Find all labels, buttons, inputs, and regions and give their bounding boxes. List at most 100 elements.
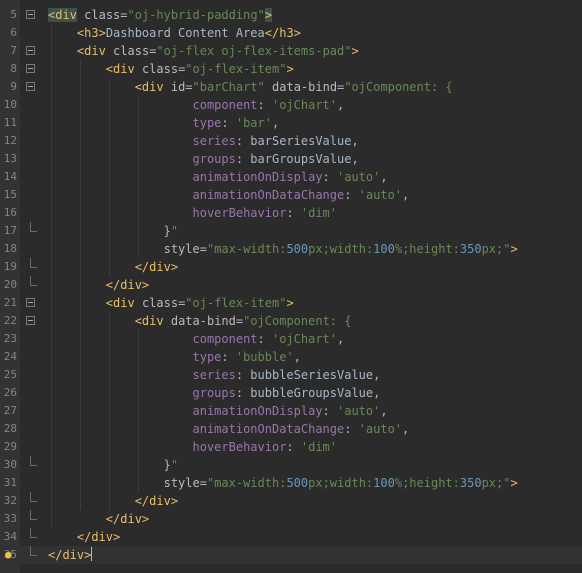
fold-collapse-icon[interactable]: [26, 64, 35, 73]
code-line[interactable]: 17 }": [0, 222, 582, 240]
code-line[interactable]: 20 </div>: [0, 276, 582, 294]
code-text[interactable]: hoverBehavior: 'dim': [48, 438, 338, 456]
code-text[interactable]: </div>: [48, 258, 178, 276]
code-line[interactable]: 8 <div class="oj-flex-item">: [0, 60, 582, 78]
code-line[interactable]: 18 style="max-width:500px;width:100%;hei…: [0, 240, 582, 258]
code-text[interactable]: animationOnDataChange: 'auto',: [48, 420, 410, 438]
fold-end-icon[interactable]: [30, 492, 37, 502]
code-token: data-bind: [272, 80, 338, 94]
code-text[interactable]: </div>: [48, 276, 149, 294]
line-number: 18: [3, 242, 17, 255]
code-line[interactable]: 33 </div>: [0, 510, 582, 528]
code-text[interactable]: <div class="oj-flex-item">: [48, 294, 294, 312]
code-text[interactable]: </div>: [48, 546, 93, 564]
code-line[interactable]: 29 hoverBehavior: 'dim': [0, 438, 582, 456]
code-text[interactable]: </div>: [48, 528, 120, 546]
code-line[interactable]: 32 </div>: [0, 492, 582, 510]
code-line[interactable]: 30 }": [0, 456, 582, 474]
code-line[interactable]: 25 series: bubbleSeriesValue,: [0, 366, 582, 384]
code-token: </div>: [134, 494, 179, 508]
code-token: </div>: [105, 278, 150, 292]
code-text[interactable]: <div class="oj-flex oj-flex-items-pad">: [48, 42, 359, 60]
code-line[interactable]: 24 type: 'bubble',: [0, 348, 582, 366]
code-line[interactable]: 35 ● </div>: [0, 546, 582, 564]
code-line[interactable]: 12 series: barSeriesValue,: [0, 132, 582, 150]
fold-collapse-icon[interactable]: [26, 316, 35, 325]
code-text[interactable]: <div data-bind="ojComponent: {: [48, 312, 352, 330]
code-token: :: [257, 332, 272, 346]
line-number: 7: [10, 44, 17, 57]
code-token: : bubbleGroupsValue,: [235, 386, 381, 400]
code-text[interactable]: component: 'ojChart',: [48, 96, 345, 114]
code-token: ,: [337, 98, 345, 112]
fold-end-icon[interactable]: [30, 276, 37, 286]
code-text[interactable]: component: 'ojChart',: [48, 330, 345, 348]
code-line[interactable]: 34 </div>: [0, 528, 582, 546]
fold-collapse-icon[interactable]: [26, 82, 35, 91]
fold-end-icon[interactable]: [30, 546, 37, 556]
code-token: "ojComponent: {: [344, 80, 453, 94]
code-editor[interactable]: 5 <div class="oj-hybrid-padding"> 6 <h3>Da…: [0, 0, 582, 573]
code-line[interactable]: 13 groups: barGroupsValue,: [0, 150, 582, 168]
code-token: style: [163, 242, 200, 256]
code-text[interactable]: </div>: [48, 510, 149, 528]
code-text[interactable]: animationOnDisplay: 'auto',: [48, 168, 388, 186]
code-text[interactable]: }": [48, 456, 178, 474]
code-text[interactable]: series: barSeriesValue,: [48, 132, 359, 150]
fold-end-icon[interactable]: [30, 510, 37, 520]
fold-end-icon[interactable]: [30, 258, 37, 268]
code-line[interactable]: 7 <div class="oj-flex oj-flex-items-pad"…: [0, 42, 582, 60]
code-line[interactable]: 11 type: 'bar',: [0, 114, 582, 132]
fold-end-icon[interactable]: [30, 456, 37, 466]
code-text[interactable]: hoverBehavior: 'dim': [48, 204, 338, 222]
line-number: 21: [3, 296, 17, 309]
code-token: series: [192, 368, 236, 382]
line-number: 23: [3, 332, 17, 345]
code-token: groups: [192, 386, 236, 400]
code-line[interactable]: 5 <div class="oj-hybrid-padding">: [0, 6, 582, 24]
code-token: 'dim': [300, 440, 337, 454]
lightbulb-icon[interactable]: ●: [5, 549, 12, 560]
code-token: </div>: [48, 548, 92, 562]
code-line[interactable]: 27 animationOnDisplay: 'auto',: [0, 402, 582, 420]
code-text[interactable]: <div class="oj-flex-item">: [48, 60, 294, 78]
code-text[interactable]: animationOnDisplay: 'auto',: [48, 402, 388, 420]
code-line[interactable]: 15 animationOnDataChange: 'auto',: [0, 186, 582, 204]
code-line[interactable]: 31 style="max-width:500px;width:100%;hei…: [0, 474, 582, 492]
code-line[interactable]: 16 hoverBehavior: 'dim': [0, 204, 582, 222]
code-line[interactable]: 19 </div>: [0, 258, 582, 276]
code-token: ,: [380, 170, 388, 184]
code-text[interactable]: animationOnDataChange: 'auto',: [48, 186, 410, 204]
fold-collapse-icon[interactable]: [26, 10, 35, 19]
code-line[interactable]: 9 <div id="barChart" data-bind="ojCompon…: [0, 78, 582, 96]
code-text[interactable]: groups: barGroupsValue,: [48, 150, 359, 168]
code-text[interactable]: style="max-width:500px;width:100%;height…: [48, 474, 518, 492]
code-text[interactable]: <h3>Dashboard Content Area</h3>: [48, 24, 301, 42]
code-text[interactable]: groups: bubbleGroupsValue,: [48, 384, 381, 402]
code-line[interactable]: 6 <h3>Dashboard Content Area</h3>: [0, 24, 582, 42]
code-line[interactable]: 23 component: 'ojChart',: [0, 330, 582, 348]
code-text[interactable]: series: bubbleSeriesValue,: [48, 366, 381, 384]
fold-end-icon[interactable]: [30, 528, 37, 538]
fold-end-icon[interactable]: [30, 222, 37, 232]
code-line[interactable]: 10 component: 'ojChart',: [0, 96, 582, 114]
code-line[interactable]: 22 <div data-bind="ojComponent: {: [0, 312, 582, 330]
code-text[interactable]: type: 'bubble',: [48, 348, 301, 366]
code-text[interactable]: }": [48, 222, 178, 240]
code-text[interactable]: style="max-width:500px;width:100%;height…: [48, 240, 518, 258]
fold-collapse-icon[interactable]: [26, 46, 35, 55]
fold-collapse-icon[interactable]: [26, 298, 35, 307]
code-line[interactable]: 28 animationOnDataChange: 'auto',: [0, 420, 582, 438]
code-token: "oj-flex-item": [185, 296, 287, 310]
code-text[interactable]: <div class="oj-hybrid-padding">: [48, 6, 273, 24]
code-line[interactable]: 21 <div class="oj-flex-item">: [0, 294, 582, 312]
code-text[interactable]: type: 'bar',: [48, 114, 280, 132]
code-text[interactable]: </div>: [48, 492, 178, 510]
code-line[interactable]: 26 groups: bubbleGroupsValue,: [0, 384, 582, 402]
code-line[interactable]: 14 animationOnDisplay: 'auto',: [0, 168, 582, 186]
